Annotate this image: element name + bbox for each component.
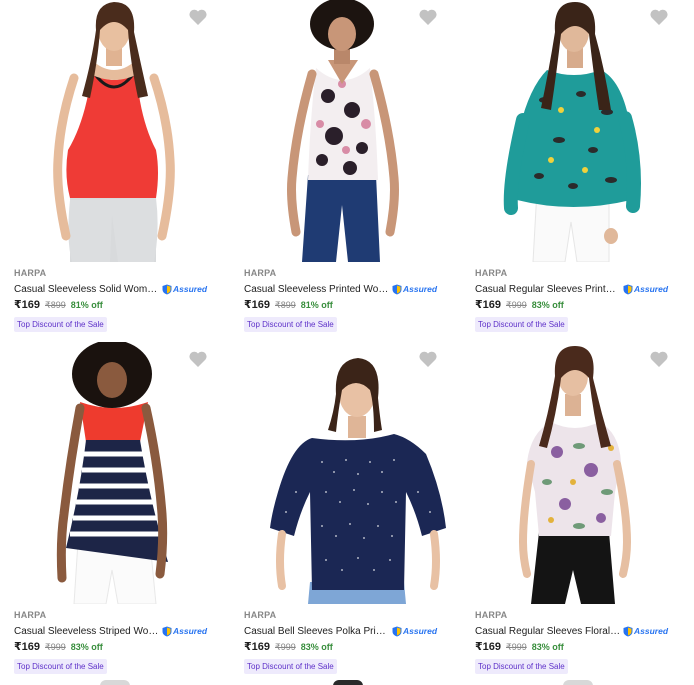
shield-icon xyxy=(162,284,172,294)
product-title-row: Casual Bell Sleeves Polka Print ... Assu… xyxy=(244,624,464,638)
product-title-row: Casual Sleeveless Printed Wome... Assure… xyxy=(244,282,464,296)
assured-badge: Assured xyxy=(392,626,437,637)
product-image[interactable] xyxy=(461,0,689,262)
selling-price: ₹169 xyxy=(475,641,502,653)
price-row: ₹169 ₹999 83% off xyxy=(475,298,564,311)
original-price: ₹999 xyxy=(275,642,296,652)
assured-badge: Assured xyxy=(392,284,437,295)
product-title[interactable]: Casual Regular Sleeves Floral Pri... xyxy=(475,626,621,637)
next-row-image-peek xyxy=(563,680,593,685)
product-card[interactable]: HARPA Casual Sleeveless Solid Women ... … xyxy=(0,0,228,342)
price-row: ₹169 ₹899 81% off xyxy=(244,298,333,311)
assured-label: Assured xyxy=(173,284,208,294)
selling-price: ₹169 xyxy=(14,299,41,311)
assured-badge: Assured xyxy=(162,284,207,295)
product-image[interactable] xyxy=(0,0,228,262)
offer-badge: Top Discount of the Sale xyxy=(14,317,107,332)
shield-icon xyxy=(392,284,402,294)
heart-icon[interactable] xyxy=(649,8,669,26)
price-row: ₹169 ₹999 83% off xyxy=(475,640,564,653)
price-row: ₹169 ₹999 83% off xyxy=(244,640,333,653)
offer-badge: Top Discount of the Sale xyxy=(244,317,337,332)
product-title[interactable]: Casual Sleeveless Striped Wome... xyxy=(14,626,160,637)
selling-price: ₹169 xyxy=(244,641,271,653)
product-brand: HARPA xyxy=(475,268,508,278)
product-image[interactable] xyxy=(461,342,689,604)
original-price: ₹899 xyxy=(45,300,66,310)
assured-label: Assured xyxy=(634,626,669,636)
shield-icon xyxy=(392,626,402,636)
product-image[interactable] xyxy=(230,0,458,262)
assured-label: Assured xyxy=(403,284,438,294)
product-brand: HARPA xyxy=(244,610,277,620)
discount-percent: 83% off xyxy=(531,642,564,652)
heart-icon[interactable] xyxy=(418,8,438,26)
assured-label: Assured xyxy=(173,626,208,636)
assured-badge: Assured xyxy=(623,284,668,295)
product-title-row: Casual Regular Sleeves Floral Pri... Ass… xyxy=(475,624,694,638)
price-row: ₹169 ₹999 83% off xyxy=(14,640,103,653)
next-row-image-peek xyxy=(333,680,363,685)
offer-badge: Top Discount of the Sale xyxy=(475,317,568,332)
original-price: ₹999 xyxy=(506,300,527,310)
original-price: ₹999 xyxy=(506,642,527,652)
price-row: ₹169 ₹899 81% off xyxy=(14,298,103,311)
product-card[interactable]: HARPA Casual Sleeveless Printed Wome... … xyxy=(230,0,458,342)
offer-badge: Top Discount of the Sale xyxy=(475,659,568,674)
discount-percent: 81% off xyxy=(300,300,333,310)
assured-label: Assured xyxy=(403,626,438,636)
product-title[interactable]: Casual Sleeveless Printed Wome... xyxy=(244,284,390,295)
product-title-row: Casual Regular Sleeves Printed ... Assur… xyxy=(475,282,694,296)
product-brand: HARPA xyxy=(475,610,508,620)
assured-badge: Assured xyxy=(623,626,668,637)
product-brand: HARPA xyxy=(244,268,277,278)
product-grid: HARPA Casual Sleeveless Solid Women ... … xyxy=(0,0,694,685)
heart-icon[interactable] xyxy=(188,350,208,368)
product-card[interactable]: HARPA Casual Sleeveless Striped Wome... … xyxy=(0,342,228,684)
assured-label: Assured xyxy=(634,284,669,294)
selling-price: ₹169 xyxy=(14,641,41,653)
selling-price: ₹169 xyxy=(475,299,502,311)
discount-percent: 83% off xyxy=(300,642,333,652)
selling-price: ₹169 xyxy=(244,299,271,311)
offer-badge: Top Discount of the Sale xyxy=(244,659,337,674)
product-brand: HARPA xyxy=(14,610,47,620)
discount-percent: 83% off xyxy=(70,642,103,652)
heart-icon[interactable] xyxy=(649,350,669,368)
product-card[interactable]: HARPA Casual Bell Sleeves Polka Print ..… xyxy=(230,342,458,684)
original-price: ₹899 xyxy=(275,300,296,310)
product-title[interactable]: Casual Regular Sleeves Printed ... xyxy=(475,284,621,295)
offer-badge: Top Discount of the Sale xyxy=(14,659,107,674)
product-title-row: Casual Sleeveless Striped Wome... Assure… xyxy=(14,624,234,638)
discount-percent: 83% off xyxy=(531,300,564,310)
shield-icon xyxy=(623,284,633,294)
product-brand: HARPA xyxy=(14,268,47,278)
shield-icon xyxy=(623,626,633,636)
assured-badge: Assured xyxy=(162,626,207,637)
product-title[interactable]: Casual Sleeveless Solid Women ... xyxy=(14,284,160,295)
product-card[interactable]: HARPA Casual Regular Sleeves Printed ...… xyxy=(461,0,689,342)
product-card[interactable]: HARPA Casual Regular Sleeves Floral Pri.… xyxy=(461,342,689,684)
heart-icon[interactable] xyxy=(188,8,208,26)
original-price: ₹999 xyxy=(45,642,66,652)
product-image[interactable] xyxy=(0,342,228,604)
product-image[interactable] xyxy=(230,342,458,604)
product-title-row: Casual Sleeveless Solid Women ... Assure… xyxy=(14,282,234,296)
discount-percent: 81% off xyxy=(70,300,103,310)
next-row-image-peek xyxy=(100,680,130,685)
shield-icon xyxy=(162,626,172,636)
product-title[interactable]: Casual Bell Sleeves Polka Print ... xyxy=(244,626,390,637)
heart-icon[interactable] xyxy=(418,350,438,368)
